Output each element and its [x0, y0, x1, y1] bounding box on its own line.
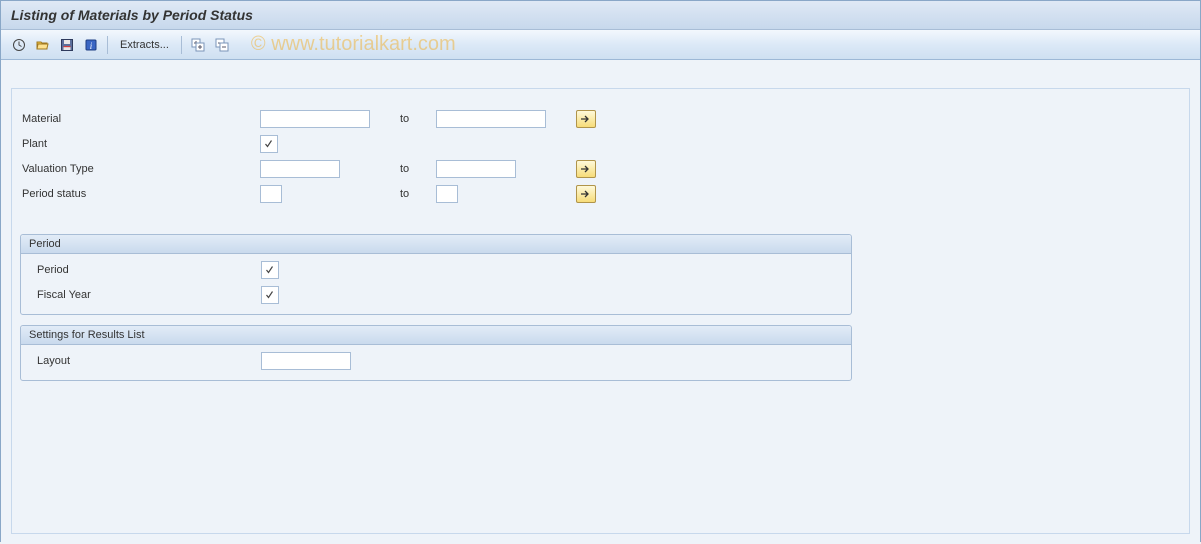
info-icon: i — [84, 38, 98, 52]
save-icon — [60, 38, 74, 52]
collapse-all-icon — [215, 38, 229, 52]
toolbar-separator — [181, 36, 182, 54]
row-material: Material to — [20, 107, 1181, 131]
row-period-status: Period status to — [20, 182, 1181, 206]
valuation-type-label: Valuation Type — [20, 163, 260, 175]
watermark-text: © www.tutorialkart.com — [251, 33, 456, 56]
valuation-type-more-button[interactable] — [576, 160, 596, 178]
row-plant: Plant — [20, 132, 1181, 156]
row-layout: Layout — [29, 349, 843, 373]
valuation-type-from-input[interactable] — [260, 160, 340, 178]
toolbar-separator — [107, 36, 108, 54]
required-check-icon — [265, 290, 275, 300]
material-more-button[interactable] — [576, 110, 596, 128]
content-area: Material to Plant Valuation Type to — [1, 60, 1200, 544]
selection-info-button[interactable]: i — [80, 34, 102, 56]
group-settings: Settings for Results List Layout — [20, 325, 852, 381]
toolbar: i Extracts... © www.tutorialkart.com — [1, 30, 1200, 60]
period-label: Period — [29, 264, 261, 276]
clock-execute-icon — [12, 38, 26, 52]
execute-button[interactable] — [8, 34, 30, 56]
required-check-icon — [265, 265, 275, 275]
arrow-right-icon — [580, 189, 592, 199]
layout-label: Layout — [29, 355, 261, 367]
extracts-button[interactable]: Extracts... — [113, 34, 176, 56]
period-status-from-input[interactable] — [260, 185, 282, 203]
plant-input[interactable] — [260, 135, 278, 153]
arrow-right-icon — [580, 114, 592, 124]
row-period: Period — [29, 258, 843, 282]
to-label: to — [400, 163, 436, 175]
save-variant-button[interactable] — [56, 34, 78, 56]
valuation-type-to-input[interactable] — [436, 160, 516, 178]
row-valuation-type: Valuation Type to — [20, 157, 1181, 181]
row-fiscal-year: Fiscal Year — [29, 283, 843, 307]
arrow-right-icon — [580, 164, 592, 174]
group-settings-title: Settings for Results List — [21, 326, 851, 345]
period-input[interactable] — [261, 261, 279, 279]
selection-screen: Material to Plant Valuation Type to — [11, 88, 1190, 534]
layout-input[interactable] — [261, 352, 351, 370]
period-status-more-button[interactable] — [576, 185, 596, 203]
period-status-to-input[interactable] — [436, 185, 458, 203]
material-label: Material — [20, 113, 260, 125]
page-title: Listing of Materials by Period Status — [1, 1, 1200, 30]
to-label: to — [400, 188, 436, 200]
material-from-input[interactable] — [260, 110, 370, 128]
group-period-title: Period — [21, 235, 851, 254]
to-label: to — [400, 113, 436, 125]
plant-label: Plant — [20, 138, 260, 150]
expand-all-button[interactable] — [187, 34, 209, 56]
group-period: Period Period Fiscal Year — [20, 234, 852, 315]
period-status-label: Period status — [20, 188, 260, 200]
material-to-input[interactable] — [436, 110, 546, 128]
fiscal-year-label: Fiscal Year — [29, 289, 261, 301]
get-variant-button[interactable] — [32, 34, 54, 56]
collapse-all-button[interactable] — [211, 34, 233, 56]
fiscal-year-input[interactable] — [261, 286, 279, 304]
required-check-icon — [264, 139, 274, 149]
expand-all-icon — [191, 38, 205, 52]
folder-open-icon — [36, 38, 50, 52]
